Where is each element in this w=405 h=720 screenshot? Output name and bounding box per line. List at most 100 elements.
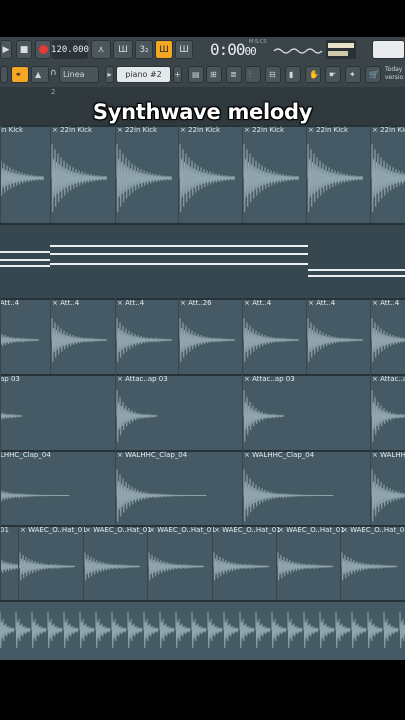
- waveform: [111, 611, 127, 649]
- tools-toolbar: ⚭ ▲ ∩ Linea ▸ piano #2 + ▤ ⊞ ≣ ⫶ ⊟ ▮ ✋ ☛…: [0, 63, 405, 88]
- record-button[interactable]: [35, 40, 51, 59]
- clip-label: × WAEC_O..Hat_01: [342, 526, 405, 534]
- browser-button[interactable]: ⊟: [265, 66, 281, 83]
- piano-roll-icon: ⊞: [210, 70, 217, 79]
- mixer-icon: ⫶: [249, 69, 251, 79]
- tool-cut-button[interactable]: [0, 66, 8, 83]
- clip-divider: [115, 298, 116, 374]
- playlist-track[interactable]: [0, 600, 405, 660]
- waveform: [223, 611, 239, 649]
- plugin-icon: ▮: [289, 70, 294, 79]
- piano-roll-button[interactable]: ⊞: [206, 66, 222, 83]
- time-unit-label: M:S:CS: [249, 39, 267, 45]
- waveform: [371, 317, 405, 363]
- channel-rack-icon: ≣: [230, 70, 237, 79]
- waveform: [213, 552, 270, 581]
- channel-rack-button[interactable]: ≣: [226, 66, 242, 83]
- tempo-tapper-button[interactable]: ☛: [325, 66, 341, 83]
- clip-label: × WAEC_O..Hat_01: [85, 526, 152, 534]
- note-bar: [50, 253, 308, 255]
- loop-record-button[interactable]: Ш: [175, 40, 193, 59]
- playlist-track[interactable]: [0, 223, 405, 298]
- clip-divider: [178, 125, 179, 223]
- clip-label: × Att..4: [308, 299, 336, 307]
- clip-label: × WAEC_O..Hat_01: [214, 526, 281, 534]
- track-canvas: [0, 611, 405, 649]
- snap-magnet-button[interactable]: ⚭: [11, 66, 29, 83]
- clip-divider: [370, 125, 371, 223]
- wait-input-button[interactable]: Ш: [113, 40, 133, 59]
- clip-divider: [0, 298, 1, 374]
- play-button[interactable]: ▶: [0, 40, 12, 59]
- pattern-add-button[interactable]: +: [173, 66, 182, 83]
- waveform: [51, 317, 108, 363]
- touch-button[interactable]: ✋: [305, 66, 321, 83]
- shop-button[interactable]: 🛒: [365, 66, 381, 83]
- clip-label: × Att..4: [52, 299, 80, 307]
- metronome-icon: ⋏: [97, 44, 105, 55]
- clip-label: × Att..4: [372, 299, 400, 307]
- note-bar: [308, 275, 405, 277]
- playlist-track[interactable]: LHHC_Clap_04 × WALHHC_Clap_04 × WALHHC_Cla…: [0, 450, 405, 525]
- waveform: [383, 611, 399, 649]
- clip-divider: [306, 298, 307, 374]
- playlist-button[interactable]: ▤: [188, 66, 204, 83]
- waveform: [116, 143, 173, 213]
- waveform: [0, 611, 15, 649]
- clip-divider: [115, 374, 116, 450]
- clip-divider: [50, 298, 51, 374]
- waveform: [116, 317, 173, 363]
- waveform: [127, 611, 143, 649]
- countdown-button[interactable]: 3₂: [135, 40, 153, 59]
- clip-label: × WAEC_O..Hat_01: [278, 526, 345, 534]
- playlist-track[interactable]: in Kick × 22in Kick × 22in Kick × 22in Kick…: [0, 125, 405, 223]
- clip-label: × WALHHC_Clap_04: [117, 451, 188, 459]
- clip-label: × WAEC_O..Hat_01: [20, 526, 87, 534]
- step-edit-icon: Ш: [159, 44, 169, 55]
- stamp-button[interactable]: ▲: [31, 66, 49, 83]
- waveform: [351, 611, 367, 649]
- metronome-button[interactable]: ⋏: [91, 40, 111, 59]
- plugin-picker-button[interactable]: ▮: [285, 66, 301, 83]
- mixer-button[interactable]: ⫶: [245, 66, 261, 83]
- pattern-selector[interactable]: piano #2: [116, 66, 171, 83]
- clip-divider: [0, 450, 1, 525]
- track-canvas: [0, 317, 405, 363]
- clip-divider: [83, 525, 84, 600]
- clip-label: 01: [0, 526, 9, 534]
- waveform: [255, 611, 271, 649]
- waveform: [31, 611, 47, 649]
- clip-divider: [115, 450, 116, 525]
- track-canvas: [0, 245, 405, 277]
- step-edit-button[interactable]: Ш: [155, 40, 173, 59]
- browser-icon: ⊟: [269, 70, 276, 79]
- waveform: [307, 143, 364, 213]
- waveform: [207, 611, 223, 649]
- playlist-track[interactable]: Att..4 × Att..4 × Att..4 × Att..26 × Att..4 ×…: [0, 298, 405, 374]
- clip-divider: [18, 525, 19, 600]
- playlist-track[interactable]: 01 × WAEC_O..Hat_01 × WAEC_O..Hat_01 × WAEC…: [0, 525, 405, 600]
- hint-panel: [372, 40, 405, 59]
- stop-button[interactable]: ■: [16, 40, 32, 59]
- waveform: [63, 611, 79, 649]
- clip-label: × Attac..ap 03: [117, 375, 168, 383]
- waveform: [179, 317, 236, 363]
- waveform: [0, 411, 23, 421]
- clip-label: × Att..4: [244, 299, 272, 307]
- tempo-display[interactable]: 120.000: [51, 40, 89, 59]
- macros-button[interactable]: ✦: [345, 66, 361, 83]
- playlist-track[interactable]: ap 03 × Attac..ap 03 × Attac..ap 03 × Attac…: [0, 374, 405, 450]
- clip-label: × 22in Kick: [180, 126, 221, 134]
- waveform: [0, 160, 45, 196]
- clip-label: × Att..26: [180, 299, 212, 307]
- cpu-meter: [326, 40, 356, 59]
- playlist-icon: ▤: [192, 70, 200, 79]
- clip-label: × WALHHC_Clap_04: [372, 451, 405, 459]
- time-main: 0:00: [210, 40, 246, 59]
- note-bar: [0, 251, 50, 253]
- clip-label: × 22in Kick: [308, 126, 349, 134]
- snap-mode-select[interactable]: Linea: [59, 66, 99, 83]
- pattern-prev-button[interactable]: ▸: [105, 66, 114, 83]
- clip-label: Att..4: [0, 299, 20, 307]
- waveform: [307, 317, 364, 363]
